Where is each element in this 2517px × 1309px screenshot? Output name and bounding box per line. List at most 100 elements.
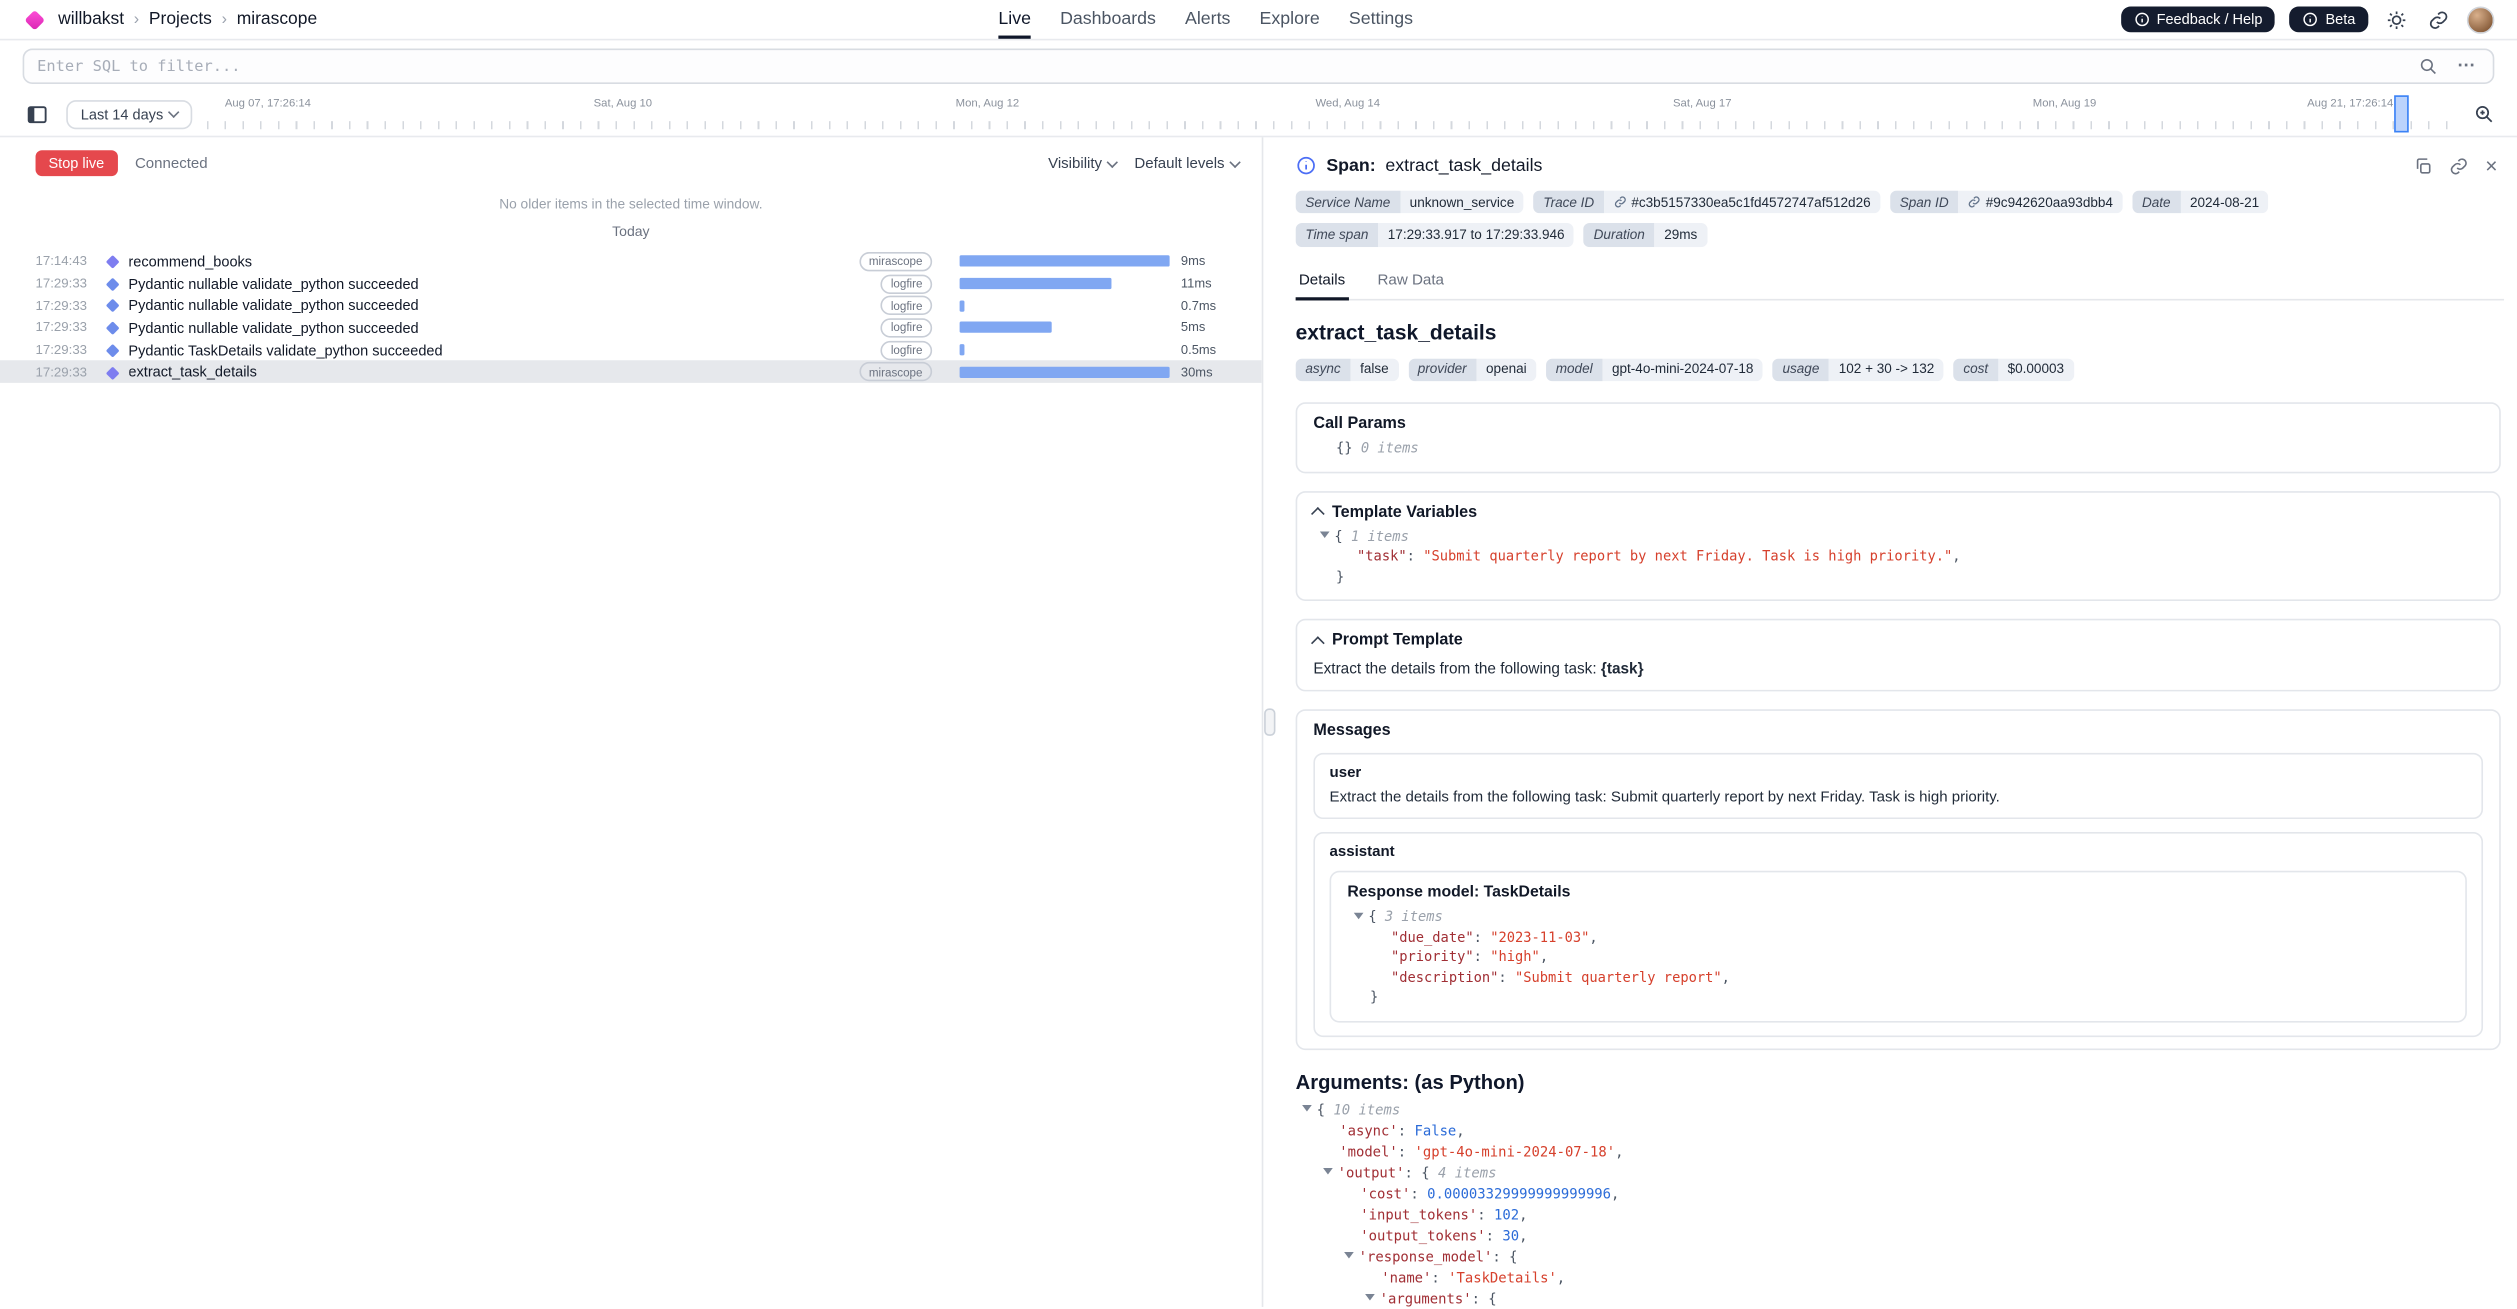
feedback-help-button[interactable]: Feedback / Help [2121, 6, 2275, 32]
info-icon [2134, 11, 2150, 27]
breadcrumb-item[interactable]: Projects [149, 10, 212, 29]
nav-item[interactable]: Explore [1260, 0, 1320, 39]
badge-value: $0.00003 [1998, 358, 2074, 381]
span-meta-list: Service Name unknown_service Trace ID [1296, 191, 2504, 247]
stop-live-button[interactable]: Stop live [36, 150, 118, 176]
beta-button[interactable]: Beta [2290, 6, 2368, 32]
live-trace-panel: Stop live Connected Visibility Default l… [0, 137, 1262, 1307]
badge-value: #9c942620aa93dbb4 [1958, 191, 2122, 214]
badge-label: async [1296, 358, 1351, 381]
card-title: Template Variables [1332, 503, 1477, 521]
trace-row[interactable]: 17:29:33 Pydantic nullable validate_pyth… [0, 273, 1262, 295]
badge-value: false [1350, 358, 1398, 381]
search-button[interactable] [2415, 53, 2441, 79]
template-variables-json[interactable]: { 1 items"task": "Submit quarterly repor… [1313, 528, 2483, 589]
trace-name: extract_task_details [128, 364, 257, 380]
close-panel-button[interactable]: × [2482, 153, 2501, 177]
span-meta-badge: Date 2024-08-21 [2132, 191, 2269, 214]
breadcrumb-item[interactable]: mirascope [237, 10, 317, 29]
prompt-template-variable: {task} [1601, 661, 1644, 679]
badge-value: 2024-08-21 [2180, 191, 2269, 214]
link-icon [1968, 196, 1981, 209]
timeline-selection[interactable] [2394, 95, 2409, 132]
levels-label: Default levels [1134, 155, 1224, 171]
duration-label: 0.5ms [1181, 343, 1239, 358]
timeline-zoom-button[interactable] [2470, 100, 2497, 127]
chevron-down-icon [168, 107, 179, 118]
badge-value: openai [1476, 358, 1536, 381]
span-detail-panel: Span: extract_task_details × [1276, 137, 2517, 1307]
trace-time: 17:29:33 [36, 321, 97, 336]
badge-value: 29ms [1654, 223, 1706, 246]
level-diamond-icon [106, 255, 119, 268]
level-diamond-icon [106, 366, 119, 379]
span-permalink-button[interactable] [2447, 154, 2473, 177]
breadcrumb-item[interactable]: willbakst [58, 10, 124, 29]
level-diamond-icon [106, 344, 119, 357]
close-icon: × [2485, 155, 2497, 176]
app-window: willbakst › Projects › mirascope › [0, 0, 2517, 1309]
trace-name: Pydantic nullable validate_python succee… [128, 275, 418, 291]
collapse-chevron-icon [1312, 636, 1325, 649]
prompt-template-header[interactable]: Prompt Template [1313, 632, 2483, 650]
python-arguments-code[interactable]: { 10 items'async': False,'model': 'gpt-4… [1296, 1101, 2501, 1307]
timeline-bar: Last 14 days Aug 07, 17:26:14 Sat, Aug 1… [0, 92, 2517, 137]
time-range-button[interactable]: Last 14 days [66, 99, 192, 128]
zoom-in-icon [2473, 103, 2494, 124]
attribute-badge: model gpt-4o-mini-2024-07-18 [1546, 358, 1763, 381]
timeline-histogram[interactable]: Aug 07, 17:26:14 Sat, Aug 10 Mon, Aug 12… [207, 92, 2456, 136]
visibility-label: Visibility [1048, 155, 1102, 171]
trace-row[interactable]: 17:14:43 recommend_books mirascope 9ms [0, 250, 1262, 272]
user-avatar[interactable] [2467, 6, 2494, 33]
duration-bar-track [960, 344, 1170, 355]
span-title: extract_task_details [1296, 319, 2501, 343]
filter-more-button[interactable]: ⋯ [2454, 54, 2480, 78]
call-params-json[interactable]: {} 0 items [1313, 439, 2483, 459]
nav-item[interactable]: Live [998, 0, 1031, 39]
side-panel-icon [26, 103, 49, 126]
trace-row[interactable]: 17:29:33 Pydantic TaskDetails validate_p… [0, 339, 1262, 361]
badge-label: provider [1408, 358, 1476, 381]
copy-span-button[interactable] [2411, 154, 2437, 177]
trace-time: 17:29:33 [36, 276, 97, 291]
panel-resize-handle[interactable] [1262, 137, 1277, 1307]
template-variables-header[interactable]: Template Variables [1313, 503, 2483, 521]
call-params-card: Call Params {} 0 items [1296, 402, 2501, 472]
response-model-json[interactable]: { 3 items"due_date": "2023-11-03","prior… [1347, 908, 2449, 1009]
trace-row[interactable]: 17:29:33 Pydantic nullable validate_pyth… [0, 317, 1262, 339]
detail-tabs: Details Raw Data [1296, 263, 2504, 300]
scope-tag: mirascope [859, 362, 932, 381]
trace-row[interactable]: 17:29:33 extract_task_details mirascope … [0, 361, 1262, 383]
nav-item[interactable]: Settings [1349, 0, 1413, 39]
span-meta-badge: Service Name unknown_service [1296, 191, 1524, 214]
detail-tab[interactable]: Raw Data [1374, 263, 1447, 300]
duration-label: 9ms [1181, 254, 1239, 269]
resize-grip-icon[interactable] [1263, 708, 1274, 735]
search-icon [2418, 57, 2437, 76]
nav-item[interactable]: Alerts [1185, 0, 1230, 39]
levels-dropdown[interactable]: Default levels [1134, 155, 1239, 171]
detail-tab[interactable]: Details [1296, 263, 1349, 300]
sidebar-toggle-button[interactable] [23, 99, 52, 128]
response-model-box: Response model: TaskDetails { 3 items"du… [1330, 871, 2467, 1022]
badge-value: 17:29:33.917 to 17:29:33.946 [1378, 223, 1574, 246]
nav-item[interactable]: Dashboards [1060, 0, 1156, 39]
duration-label: 11ms [1181, 276, 1239, 291]
card-title: Messages [1313, 722, 2483, 740]
breadcrumb-nav: willbakst › Projects › mirascope › [58, 10, 317, 29]
trace-row[interactable]: 17:29:33 Pydantic nullable validate_pyth… [0, 295, 1262, 317]
timeline-tick-label: Aug 21, 17:26:14 [2307, 99, 2393, 110]
duration-bar [960, 300, 964, 311]
badge-value: #c3b5157330ea5c1fd4572747af512d26 [1604, 191, 1880, 214]
copy-icon [2414, 156, 2433, 175]
span-meta-badge: Span ID #9c942620aa93dbb4 [1890, 191, 2123, 214]
scope-tag: logfire [881, 274, 932, 293]
visibility-dropdown[interactable]: Visibility [1048, 155, 1117, 171]
theme-toggle-button[interactable] [2383, 6, 2410, 33]
prompt-template-card: Prompt Template Extract the details from… [1296, 619, 2501, 692]
connection-status: Connected [135, 155, 208, 171]
sql-filter-input[interactable] [37, 57, 2402, 75]
share-link-button[interactable] [2425, 6, 2452, 33]
span-meta-badge: Duration 29ms [1584, 223, 1707, 246]
top-nav: willbakst › Projects › mirascope › [0, 0, 2517, 40]
